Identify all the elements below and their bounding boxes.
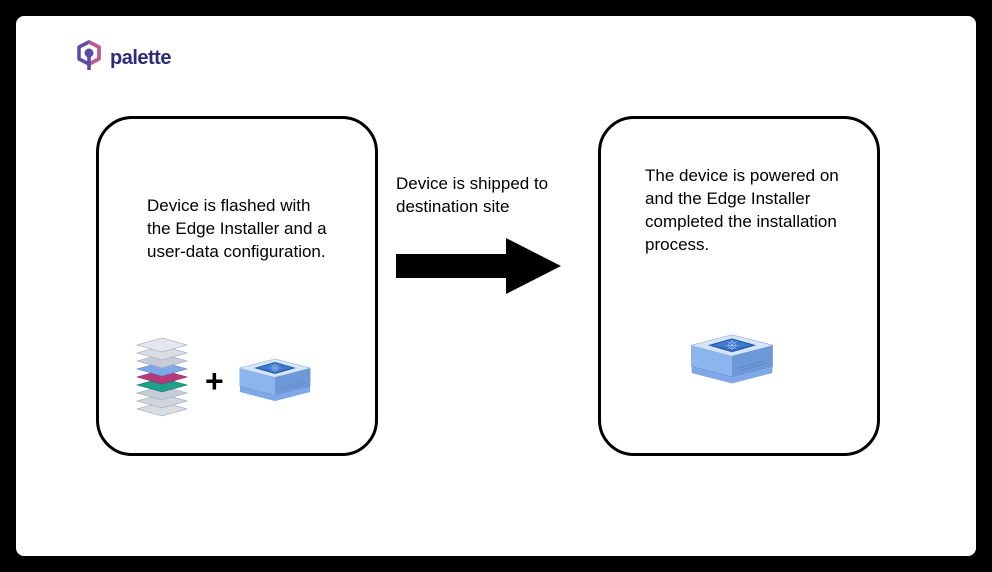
palette-logo-icon [74,40,104,77]
stage-flash-graphics: + [131,338,314,425]
plus-symbol: + [205,363,224,400]
palette-logo-text: palette [110,47,171,70]
arrow-label: Device is shipped to destination site [396,173,586,219]
stage-box-poweron: The device is powered on and the Edge In… [598,116,880,456]
stage-poweron-text: The device is powered on and the Edge In… [629,165,849,257]
stage-flash-text: Device is flashed with the Edge Installe… [127,195,347,264]
edge-device-icon [687,375,777,392]
stage-box-flash: Device is flashed with the Edge Installe… [96,116,378,456]
stage-poweron-graphics [687,328,777,393]
palette-logo: palette [74,40,171,77]
diagram-canvas: palette Device is flashed with the Edge … [16,16,976,556]
software-stack-icon [131,338,193,425]
edge-device-icon [236,353,314,410]
arrow-icon [396,236,566,301]
